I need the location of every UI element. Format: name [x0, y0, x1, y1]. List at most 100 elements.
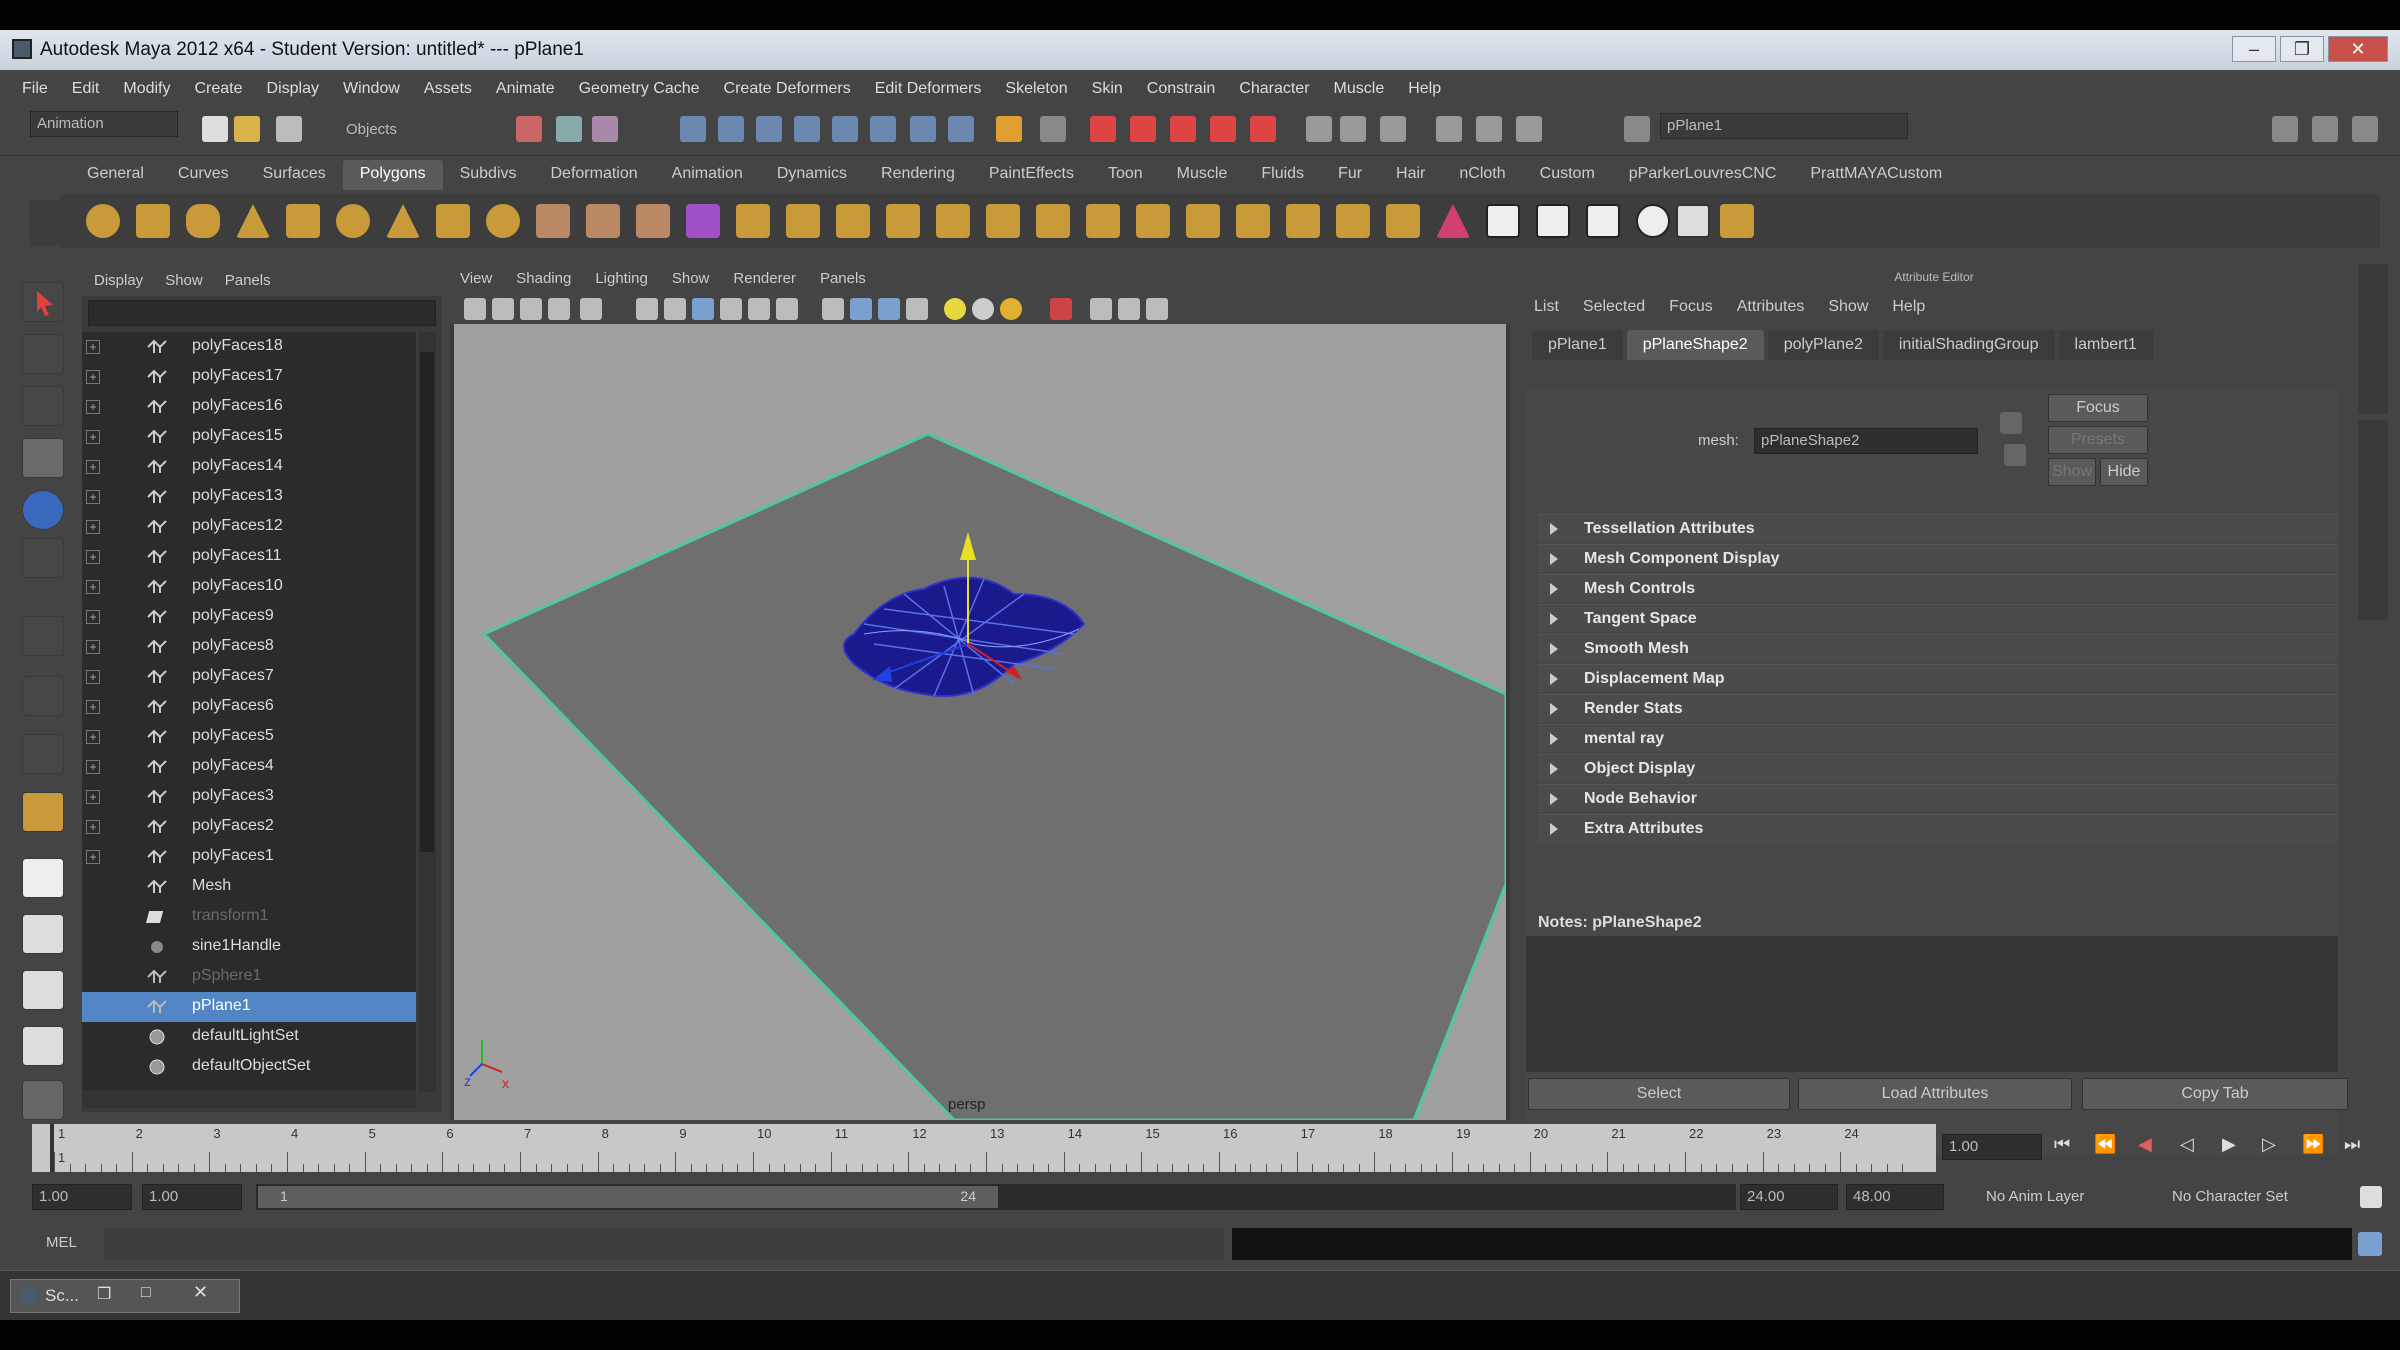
outliner-item[interactable]: transform1 — [82, 902, 416, 932]
menu-modify[interactable]: Modify — [123, 80, 170, 98]
expand-icon[interactable]: + — [86, 490, 100, 504]
shelf-tab-polygons[interactable]: Polygons — [342, 160, 443, 190]
shelf-tab-muscle[interactable]: Muscle — [1160, 160, 1245, 190]
ipr-render-icon[interactable] — [1436, 116, 1462, 142]
go-to-input-icon[interactable] — [2000, 412, 2022, 434]
textured-icon[interactable] — [906, 298, 928, 320]
expand-icon[interactable]: + — [86, 640, 100, 654]
menu-help[interactable]: Help — [1408, 80, 1441, 98]
persp-outliner-layout-icon[interactable] — [22, 970, 64, 1010]
rotate-tool-icon[interactable] — [22, 490, 64, 530]
sidebar-toggle-icon[interactable] — [2272, 116, 2298, 142]
mask-curves-icon[interactable] — [756, 116, 782, 142]
play-forwards-icon[interactable]: ▶ — [2222, 1134, 2236, 1155]
shelf-tab-prattmayacustom[interactable]: PrattMAYACustom — [1793, 160, 1959, 190]
outliner-item[interactable]: + polyFaces8 — [82, 632, 416, 662]
wireframe-icon[interactable] — [822, 298, 844, 320]
menu-muscle[interactable]: Muscle — [1334, 80, 1385, 98]
section-object-display[interactable]: Object Display — [1538, 754, 2338, 782]
isolate-select-icon[interactable] — [1050, 298, 1072, 320]
use-all-lights-icon[interactable] — [972, 298, 994, 320]
outliner-scroll-thumb[interactable] — [420, 352, 434, 852]
show-button[interactable]: Show — [2048, 458, 2096, 486]
step-forward-frame-icon[interactable]: ▷ — [2262, 1134, 2276, 1155]
spherical-mapping-icon[interactable] — [1586, 204, 1620, 238]
resolution-gate-icon[interactable] — [664, 298, 686, 320]
new-scene-icon[interactable] — [202, 116, 228, 142]
snap-curve-icon[interactable] — [1130, 116, 1156, 142]
viewport-canvas[interactable]: z x persp — [454, 324, 1506, 1120]
character-set-dropdown[interactable]: No Character Set — [2172, 1188, 2288, 1205]
mask-dynamics-icon[interactable] — [870, 116, 896, 142]
outliner-item[interactable]: + polyFaces6 — [82, 692, 416, 722]
shelf-tab-toon[interactable]: Toon — [1091, 160, 1160, 190]
universal-manipulator-icon[interactable] — [22, 616, 64, 656]
viewport-menu-shading[interactable]: Shading — [516, 270, 571, 288]
persp-graph-layout-icon[interactable] — [22, 1026, 64, 1066]
minimize-button[interactable]: – — [2232, 36, 2276, 62]
lasso-tool-icon[interactable] — [22, 334, 64, 374]
snap-grid-icon[interactable] — [1090, 116, 1116, 142]
section-tessellation-attributes[interactable]: Tessellation Attributes — [1538, 514, 2338, 542]
anim-prefs-icon[interactable] — [2360, 1186, 2382, 1208]
section-tangent-space[interactable]: Tangent Space — [1538, 604, 2338, 632]
mask-handles-icon[interactable] — [680, 116, 706, 142]
section-mesh-controls[interactable]: Mesh Controls — [1538, 574, 2338, 602]
presets-button[interactable]: Presets — [2048, 426, 2148, 454]
script-editor-icon[interactable] — [2358, 1232, 2382, 1256]
expand-icon[interactable]: + — [86, 460, 100, 474]
select-camera-icon[interactable] — [464, 298, 486, 320]
append-polygon-icon[interactable] — [886, 204, 920, 238]
ae-menu-selected[interactable]: Selected — [1583, 298, 1645, 318]
smooth-shade-icon[interactable] — [850, 298, 872, 320]
poly-cone-icon[interactable] — [236, 204, 270, 238]
outliner-item[interactable]: Mesh — [82, 872, 416, 902]
expand-icon[interactable]: + — [86, 820, 100, 834]
menu-assets[interactable]: Assets — [424, 80, 472, 98]
poly-sphere-icon[interactable] — [86, 204, 120, 238]
poly-cube-icon[interactable] — [136, 204, 170, 238]
outliner-item[interactable]: + polyFaces12 — [82, 512, 416, 542]
attribute-editor-side-tab[interactable] — [2358, 264, 2388, 414]
grid-toggle-icon[interactable] — [580, 298, 602, 320]
poly-pyramid-icon[interactable] — [386, 204, 420, 238]
lock-selection-icon[interactable] — [996, 116, 1022, 142]
expand-icon[interactable]: + — [86, 790, 100, 804]
mirror-geometry-icon[interactable] — [786, 204, 820, 238]
expand-icon[interactable]: + — [86, 700, 100, 714]
go-to-start-icon[interactable]: ⏮ — [2054, 1134, 2070, 1155]
menu-create[interactable]: Create — [194, 80, 242, 98]
poly-torus-icon[interactable] — [336, 204, 370, 238]
section-mental-ray[interactable]: mental ray — [1538, 724, 2338, 752]
pplane-surface[interactable] — [481, 432, 1506, 1120]
hide-button[interactable]: Hide — [2100, 458, 2148, 486]
outliner-hscrollbar[interactable] — [82, 1090, 416, 1108]
viewport-menu-lighting[interactable]: Lighting — [595, 270, 648, 288]
focus-button[interactable]: Focus — [2048, 394, 2148, 422]
mask-surfaces-icon[interactable] — [794, 116, 820, 142]
mesh-name-field[interactable]: pPlaneShape2 — [1754, 428, 1978, 454]
expand-icon[interactable]: + — [86, 520, 100, 534]
ae-tab-initialshadinggroup[interactable]: initialShadingGroup — [1882, 330, 2055, 360]
step-back-frame-icon[interactable]: ◀ — [2138, 1134, 2152, 1155]
bookmark-icon[interactable] — [520, 298, 542, 320]
four-view-layout-icon[interactable] — [22, 914, 64, 954]
use-default-lighting-icon[interactable] — [944, 298, 966, 320]
expand-icon[interactable]: + — [86, 370, 100, 384]
single-perspective-layout-icon[interactable] — [22, 858, 64, 898]
field-chart-icon[interactable] — [720, 298, 742, 320]
shelf-tab-fluids[interactable]: Fluids — [1244, 160, 1321, 190]
shelf-tab-rendering[interactable]: Rendering — [864, 160, 972, 190]
outliner-item[interactable]: + polyFaces18 — [82, 332, 416, 362]
outliner-menu-show[interactable]: Show — [165, 272, 203, 289]
playback-start-field[interactable]: 1.00 — [142, 1184, 242, 1210]
snap-live-icon[interactable] — [1250, 116, 1276, 142]
insert-edge-loop-icon[interactable] — [986, 204, 1020, 238]
go-to-output-icon[interactable] — [2004, 444, 2026, 466]
select-hierarchy-icon[interactable] — [516, 116, 542, 142]
select-object-icon[interactable] — [556, 116, 582, 142]
section-node-behavior[interactable]: Node Behavior — [1538, 784, 2338, 812]
poly-plane-icon[interactable] — [286, 204, 320, 238]
expand-icon[interactable]: + — [86, 400, 100, 414]
ae-menu-help[interactable]: Help — [1892, 298, 1925, 318]
